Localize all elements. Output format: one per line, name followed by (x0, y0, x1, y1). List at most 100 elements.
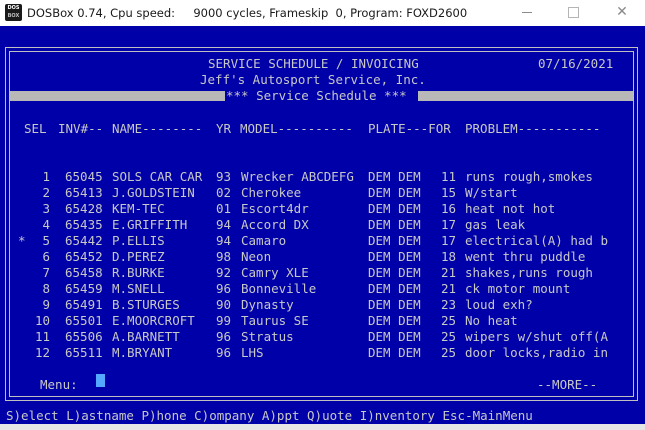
cell-yr: 99 (216, 313, 232, 328)
cell-yr: 98 (216, 249, 232, 264)
cell-for: 18 (441, 249, 457, 264)
minimize-button[interactable] (504, 0, 550, 26)
cell-problem: electrical(A) had b (465, 233, 608, 248)
cell-name: E.MOORCROFT (112, 313, 195, 328)
company-name: Jeff's Autosport Service, Inc. (200, 72, 426, 87)
col-header-model: MODEL---------- (240, 121, 353, 136)
col-header-yr: YR (216, 121, 232, 136)
cell-plate: DEM DEM (368, 185, 421, 200)
cell-model: Camaro (241, 233, 287, 248)
cell-name: A.BARNETT (112, 329, 180, 344)
cell-for: 17 (441, 217, 457, 232)
cell-inv: 65459 (65, 281, 103, 296)
cell-sel: 6 (42, 249, 50, 264)
cell-model: Escort4dr (241, 201, 309, 216)
cell-sel: 12 (34, 345, 50, 360)
cell-model: Neon (241, 249, 272, 264)
cell-problem: went thru puddle (465, 249, 586, 264)
window-title: DOSBox 0.74, Cpu speed: 9000 cycles, Fra… (27, 6, 468, 20)
cell-name: KEM-TEC (112, 201, 165, 216)
cell-plate: DEM DEM (368, 217, 421, 232)
cell-sel: 9 (42, 297, 50, 312)
cell-for: 21 (441, 265, 457, 280)
separator-right (418, 91, 633, 101)
cell-for: 25 (441, 345, 457, 360)
cell-yr: 90 (216, 297, 232, 312)
app-icon-text-top: DOS (7, 5, 20, 11)
cell-for: 16 (441, 201, 457, 216)
cell-plate: DEM DEM (368, 233, 421, 248)
cell-plate: DEM DEM (368, 297, 421, 312)
more-indicator: --MORE-- (537, 377, 598, 392)
cell-for: 21 (441, 281, 457, 296)
section-subtitle: *** Service Schedule *** (226, 88, 407, 103)
cell-model: Dynasty (241, 297, 294, 312)
cell-model: Accord DX (241, 217, 309, 232)
cell-model: LHS (241, 345, 264, 360)
menu-label: Menu: (40, 377, 78, 392)
cell-problem: shakes,runs rough (465, 265, 593, 280)
cell-plate: DEM DEM (368, 169, 421, 184)
cell-name: P.ELLIS (112, 233, 165, 248)
screen-title: SERVICE SCHEDULE / INVOICING (208, 56, 419, 71)
command-status-bar: S)elect L)astname P)hone C)ompany A)ppt … (0, 407, 645, 424)
app-icon-text-bottom: BOX (7, 13, 20, 19)
cell-yr: 01 (216, 201, 232, 216)
cell-inv: 65452 (65, 249, 103, 264)
cell-for: 11 (441, 169, 457, 184)
cell-sel: 2 (42, 185, 50, 200)
cell-inv: 65511 (65, 345, 103, 360)
cell-for: 15 (441, 185, 457, 200)
menu-input-cursor[interactable] (96, 374, 105, 387)
cell-model: Taurus SE (241, 313, 309, 328)
cell-sel: 4 (42, 217, 50, 232)
maximize-icon (568, 7, 579, 18)
dosbox-app-icon[interactable]: DOS BOX (5, 4, 22, 21)
cell-yr: 94 (216, 233, 232, 248)
maximize-button[interactable] (550, 0, 596, 26)
cell-plate: DEM DEM (368, 345, 421, 360)
cell-name: M.SNELL (112, 281, 165, 296)
cell-sel: 1 (42, 169, 50, 184)
cell-name: SOLS CAR CAR (112, 169, 203, 184)
cell-mark: * (18, 233, 26, 248)
cell-name: M.BRYANT (112, 345, 173, 360)
cell-inv: 65428 (65, 201, 103, 216)
cell-plate: DEM DEM (368, 313, 421, 328)
col-header-inv: INV#-- (58, 121, 104, 136)
cell-problem: wipers w/shut off(A (465, 329, 608, 344)
window-titlebar[interactable]: DOS BOX DOSBox 0.74, Cpu speed: 9000 cyc… (0, 0, 645, 27)
cell-plate: DEM DEM (368, 265, 421, 280)
cell-sel: 10 (34, 313, 50, 328)
cell-problem: No heat (465, 313, 518, 328)
cell-for: 25 (441, 313, 457, 328)
close-button[interactable]: ✕ (599, 0, 645, 26)
dos-screen[interactable]: SERVICE SCHEDULE / INVOICING 07/16/2021 … (0, 26, 645, 430)
col-header-problem: PROBLEM----------- (465, 121, 601, 136)
cell-sel: 7 (42, 265, 50, 280)
cell-yr: 96 (216, 281, 232, 296)
cell-sel: 5 (42, 233, 50, 248)
col-header-sel: SEL (24, 121, 47, 136)
cell-name: D.PEREZ (112, 249, 165, 264)
cell-model: Bonneville (241, 281, 317, 296)
cell-for: 23 (441, 297, 457, 312)
cell-problem: gas leak (465, 217, 526, 232)
cell-model: Wrecker ABCDEFG (241, 169, 354, 184)
cell-inv: 65442 (65, 233, 103, 248)
cell-yr: 94 (216, 217, 232, 232)
cell-yr: 02 (216, 185, 232, 200)
cell-problem: ck motor mount (465, 281, 571, 296)
screen-date: 07/16/2021 (538, 56, 614, 71)
col-header-plate: PLATE---FOR (368, 121, 451, 136)
cell-name: J.GOLDSTEIN (112, 185, 195, 200)
cell-name: E.GRIFFITH (112, 217, 188, 232)
separator-left (10, 91, 225, 101)
cell-for: 25 (441, 329, 457, 344)
cell-inv: 65491 (65, 297, 103, 312)
cell-name: R.BURKE (112, 265, 165, 280)
cell-inv: 65413 (65, 185, 103, 200)
close-icon: ✕ (616, 4, 628, 20)
cell-plate: DEM DEM (368, 281, 421, 296)
command-help-text: S)elect L)astname P)hone C)ompany A)ppt … (6, 408, 533, 423)
